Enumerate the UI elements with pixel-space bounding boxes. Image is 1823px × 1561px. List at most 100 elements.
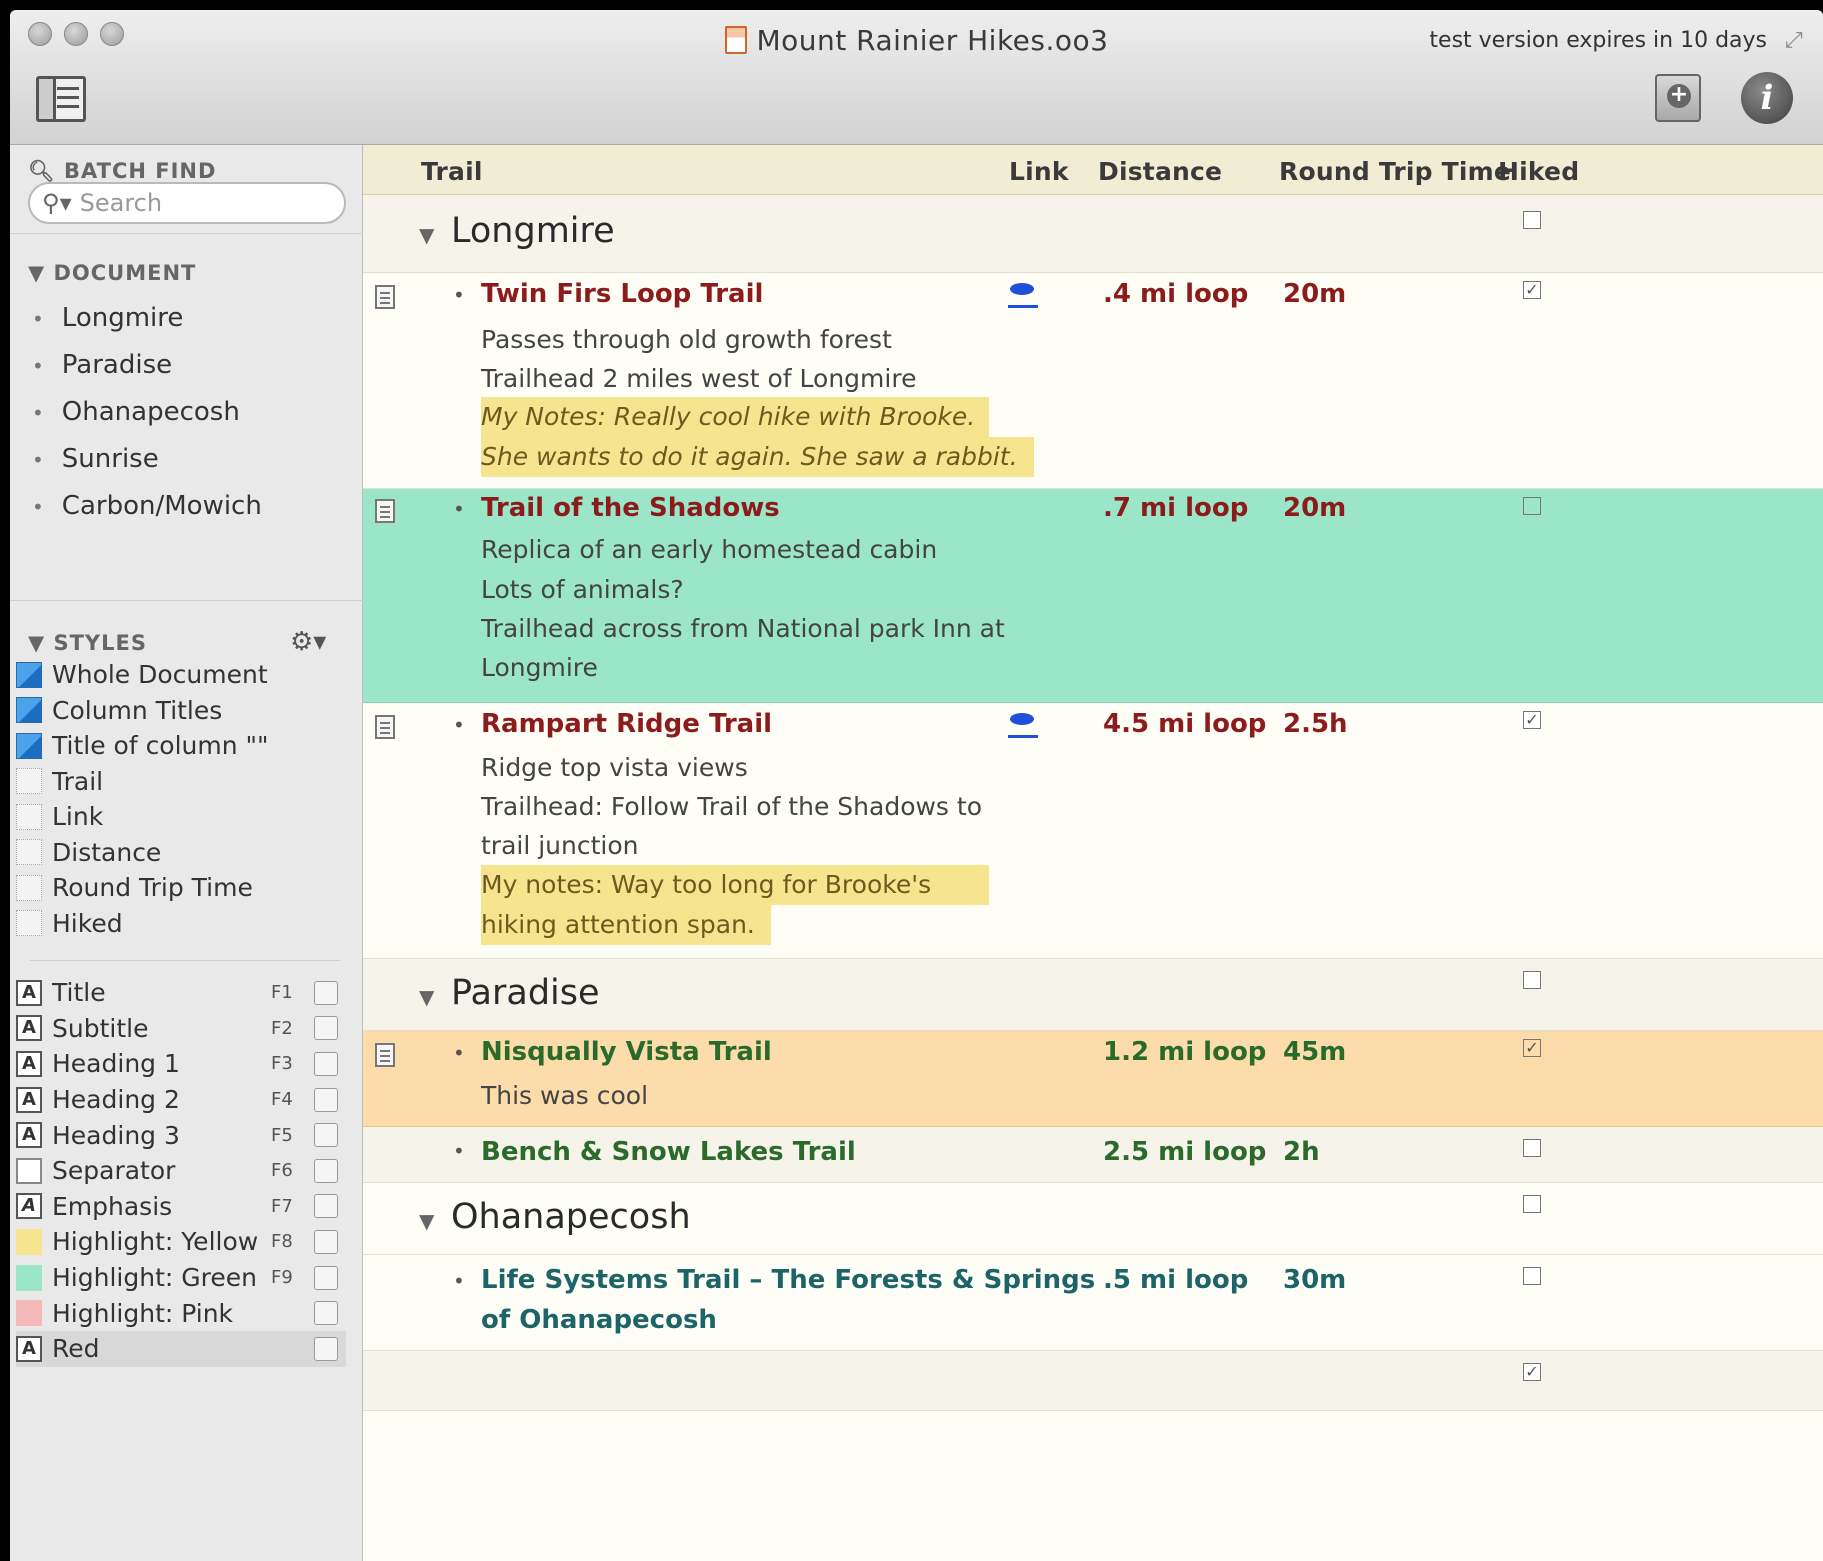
named-style-subtitle[interactable]: A Subtitle F2 xyxy=(16,1011,346,1047)
trail-round-trip-time: 30m xyxy=(1283,1265,1347,1295)
style-swatch-icon xyxy=(16,803,42,830)
column-header-link[interactable]: Link xyxy=(1009,157,1069,186)
named-style-highlight-pink[interactable]: Highlight: Pink xyxy=(16,1295,346,1331)
named-style-highlight-green[interactable]: Highlight: Green F9 xyxy=(16,1260,346,1296)
style-checkbox[interactable] xyxy=(314,1265,338,1290)
trail-row-shadows[interactable]: • Trail of the Shadows .7 mi loop 20m Re… xyxy=(363,489,1823,703)
style-swatch-icon xyxy=(16,768,42,795)
hiked-checkbox[interactable]: ✓ xyxy=(1523,281,1541,299)
style-list: Whole Document Column Titles Title of co… xyxy=(16,657,269,941)
group-title: Longmire xyxy=(451,211,615,251)
hiked-checkbox[interactable] xyxy=(1523,1267,1541,1285)
style-checkbox[interactable] xyxy=(314,1158,338,1183)
text-style-icon: A xyxy=(16,1015,42,1042)
trail-row-nisqually[interactable]: • Nisqually Vista Trail 1.2 mi loop 45m … xyxy=(363,1031,1823,1127)
hiked-checkbox[interactable] xyxy=(1523,211,1541,229)
batch-find-label: 🔍︎ BATCH FIND xyxy=(28,159,217,183)
fullscreen-icon[interactable]: ⤢ xyxy=(1785,30,1807,52)
note-icon[interactable] xyxy=(375,715,395,739)
named-style-emphasis[interactable]: A Emphasis F7 xyxy=(16,1189,346,1225)
hiked-checkbox[interactable] xyxy=(1523,1195,1541,1213)
hiked-checkbox[interactable] xyxy=(1523,1139,1541,1157)
column-header-hiked[interactable]: Hiked xyxy=(1498,157,1579,186)
disclosure-triangle-icon[interactable]: ▼ xyxy=(419,223,434,247)
named-style-heading-1[interactable]: A Heading 1 F3 xyxy=(16,1046,346,1082)
hiked-checkbox[interactable]: ✓ xyxy=(1523,1363,1541,1381)
trail-row-rampart[interactable]: • Rampart Ridge Trail 4.5 mi loop 2.5h ✓… xyxy=(363,703,1823,959)
style-checkbox[interactable] xyxy=(314,1123,338,1148)
trail-round-trip-time: 20m xyxy=(1283,279,1347,309)
named-style-heading-2[interactable]: A Heading 2 F4 xyxy=(16,1082,346,1118)
named-style-separator[interactable]: Separator F6 xyxy=(16,1153,346,1189)
group-row-ohanapecosh[interactable]: ▼ Ohanapecosh xyxy=(363,1183,1823,1255)
document-item-longmire[interactable]: Longmire xyxy=(32,295,262,342)
named-style-heading-3[interactable]: A Heading 3 F5 xyxy=(16,1117,346,1153)
row-bullet: • xyxy=(453,283,465,307)
hiked-checkbox[interactable] xyxy=(1523,497,1541,515)
note-icon[interactable] xyxy=(375,1043,395,1067)
text-style-icon: A xyxy=(16,1086,42,1113)
link-icon[interactable] xyxy=(1008,281,1038,311)
group-row-longmire[interactable]: ▼ Longmire xyxy=(363,195,1823,273)
document-item-ohanapecosh[interactable]: Ohanapecosh xyxy=(32,389,262,436)
note-icon[interactable] xyxy=(375,285,395,309)
inspector-info-button[interactable]: i xyxy=(1741,72,1793,124)
sidebar-toggle-button[interactable] xyxy=(36,76,86,122)
trail-row-bench[interactable]: • Bench & Snow Lakes Trail 2.5 mi loop 2… xyxy=(363,1127,1823,1183)
style-swatch-icon xyxy=(16,697,42,724)
document-item-sunrise[interactable]: Sunrise xyxy=(32,436,262,483)
group-title: Paradise xyxy=(451,973,600,1013)
styles-section-header[interactable]: ▼ STYLES xyxy=(28,631,147,655)
style-item-round-trip-time[interactable]: Round Trip Time xyxy=(16,870,269,906)
batch-find-search-input[interactable]: ⚲▾ Search xyxy=(28,182,346,224)
hiked-checkbox[interactable] xyxy=(1523,971,1541,989)
note-icon[interactable] xyxy=(375,499,395,523)
column-header-distance[interactable]: Distance xyxy=(1098,157,1222,186)
style-checkbox[interactable] xyxy=(314,1229,338,1254)
style-item-title-of-column[interactable]: Title of column "" xyxy=(16,728,269,764)
outline-view: Trail Link Distance Round Trip Time Hike… xyxy=(363,145,1823,1561)
style-item-distance[interactable]: Distance xyxy=(16,835,269,871)
style-checkbox[interactable] xyxy=(314,980,338,1005)
style-item-link[interactable]: Link xyxy=(16,799,269,835)
trail-distance: .5 mi loop xyxy=(1103,1265,1249,1295)
named-style-red[interactable]: A Red xyxy=(16,1330,346,1367)
style-checkbox[interactable] xyxy=(314,1087,338,1112)
disclosure-triangle-icon[interactable]: ▼ xyxy=(419,985,434,1009)
style-checkbox[interactable] xyxy=(314,1051,338,1076)
column-header-round-trip-time[interactable]: Round Trip Time xyxy=(1279,157,1511,186)
style-item-column-titles[interactable]: Column Titles xyxy=(16,693,269,729)
trail-round-trip-time: 2.5h xyxy=(1283,709,1348,739)
document-section-header[interactable]: ▼ DOCUMENT xyxy=(28,261,196,285)
hiked-checkbox[interactable]: ✓ xyxy=(1523,1039,1541,1057)
trail-distance: .4 mi loop xyxy=(1103,279,1249,309)
row-bullet: • xyxy=(453,713,465,737)
trail-row-partial[interactable]: ✓ xyxy=(363,1351,1823,1411)
trail-note: Trailhead 2 miles west of Longmire xyxy=(481,364,917,393)
style-checkbox[interactable] xyxy=(314,1336,338,1361)
gear-icon[interactable]: ⚙▾ xyxy=(290,627,326,657)
style-item-whole-document[interactable]: Whole Document xyxy=(16,657,269,693)
trail-row-twin-firs[interactable]: • Twin Firs Loop Trail .4 mi loop 20m ✓ … xyxy=(363,273,1823,489)
disclosure-triangle-icon[interactable]: ▼ xyxy=(419,1209,434,1233)
link-icon[interactable] xyxy=(1008,711,1038,741)
document-item-paradise[interactable]: Paradise xyxy=(32,342,262,389)
green-swatch-icon xyxy=(16,1264,42,1291)
add-row-button[interactable] xyxy=(1655,74,1701,122)
trail-row-life-systems[interactable]: • Life Systems Trail – The Forests & Spr… xyxy=(363,1255,1823,1351)
style-item-trail[interactable]: Trail xyxy=(16,764,269,800)
column-header-trail[interactable]: Trail xyxy=(421,157,483,186)
style-item-hiked[interactable]: Hiked xyxy=(16,906,269,942)
style-checkbox[interactable] xyxy=(314,1016,338,1041)
trail-round-trip-time: 45m xyxy=(1283,1037,1347,1067)
style-checkbox[interactable] xyxy=(314,1301,338,1326)
trail-note: Longmire xyxy=(481,653,598,682)
group-row-paradise[interactable]: ▼ Paradise xyxy=(363,959,1823,1031)
hiked-checkbox[interactable]: ✓ xyxy=(1523,711,1541,729)
row-bullet: • xyxy=(453,497,465,521)
document-item-carbon-mowich[interactable]: Carbon/Mowich xyxy=(32,483,262,530)
named-style-title[interactable]: A Title F1 xyxy=(16,975,346,1011)
named-style-highlight-yellow[interactable]: Highlight: Yellow F8 xyxy=(16,1224,346,1260)
pink-swatch-icon xyxy=(16,1300,42,1327)
style-checkbox[interactable] xyxy=(314,1194,338,1219)
